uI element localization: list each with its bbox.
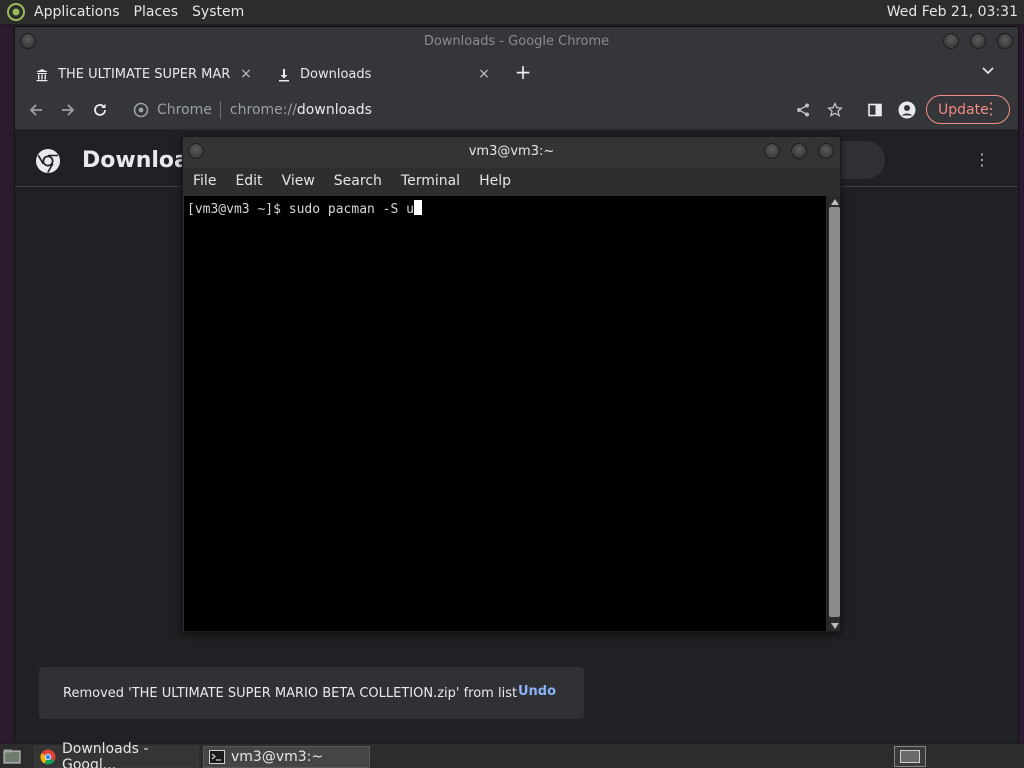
taskbar-chrome[interactable]: Downloads - Googl...	[34, 741, 199, 768]
workspace-1[interactable]	[900, 750, 920, 763]
omnibox-chip-label: Chrome	[157, 102, 212, 118]
chrome-titlebar[interactable]: Downloads - Google Chrome	[15, 27, 1018, 57]
window-title: Downloads - Google Chrome	[423, 34, 610, 49]
share-icon[interactable]	[791, 98, 815, 122]
omnibox-url-host: downloads	[296, 102, 372, 118]
shell-prompt: [vm3@vm3 ~]$	[187, 202, 289, 217]
menu-terminal[interactable]: Terminal	[401, 173, 460, 189]
museum-icon	[34, 67, 50, 83]
taskbar-chrome-label: Downloads - Googl...	[62, 741, 149, 768]
workspace-switcher[interactable]	[894, 746, 926, 767]
bottom-panel: Downloads - Googl... vm3@vm3:~	[0, 741, 1024, 768]
show-desktop-icon[interactable]	[3, 748, 21, 765]
terminal-window-menu-button[interactable]	[188, 143, 204, 159]
chrome-icon	[40, 749, 56, 765]
terminal-output[interactable]: [vm3@vm3 ~]$ sudo pacman -S u	[184, 196, 826, 631]
tab-mario[interactable]: THE ULTIMATE SUPER MARIO ×	[26, 59, 262, 90]
distro-logo-icon[interactable]	[5, 1, 27, 23]
omnibox-divider	[219, 101, 221, 119]
update-button[interactable]: Update ⋮	[926, 95, 1010, 124]
reload-icon[interactable]	[88, 98, 112, 122]
forward-arrow-icon[interactable]	[56, 98, 80, 122]
scroll-up-arrow-icon[interactable]	[830, 197, 839, 206]
terminal-titlebar[interactable]: vm3@vm3:~	[183, 137, 840, 167]
terminal-maximize-button[interactable]	[791, 143, 807, 159]
toast-message: Removed 'THE ULTIMATE SUPER MARIO BETA C…	[63, 685, 518, 701]
undo-button[interactable]: Undo	[518, 684, 556, 699]
terminal-menubar: File Edit View Search Terminal Help	[183, 167, 840, 195]
chrome-logo-icon	[35, 148, 61, 174]
menu-view[interactable]: View	[282, 173, 315, 189]
text-cursor	[413, 200, 422, 215]
update-menu-kebab-icon[interactable]: ⋮	[983, 101, 999, 117]
terminal-title: vm3@vm3:~	[468, 144, 555, 159]
places-menu[interactable]: Places	[134, 4, 179, 20]
terminal-minimize-button[interactable]	[764, 143, 780, 159]
minimize-button[interactable]	[943, 33, 959, 49]
terminal-scrollbar[interactable]	[827, 196, 840, 631]
update-label: Update	[938, 101, 989, 118]
removed-toast: Removed 'THE ULTIMATE SUPER MARIO BETA C…	[39, 667, 584, 719]
close-tab-icon[interactable]: ×	[476, 66, 492, 82]
omnibox-url-scheme: chrome://	[229, 102, 297, 118]
tab-title: THE ULTIMATE SUPER MARIO	[58, 67, 230, 82]
tab-search-chevron-icon[interactable]	[980, 63, 996, 79]
terminal-close-button[interactable]	[818, 143, 834, 159]
applications-menu[interactable]: Applications	[34, 4, 120, 20]
omnibox[interactable]: Chrome chrome:// downloads	[125, 94, 725, 126]
new-tab-button[interactable]: +	[513, 60, 533, 84]
menu-edit[interactable]: Edit	[235, 173, 262, 189]
terminal-window: vm3@vm3:~ File Edit View Search Terminal…	[182, 136, 841, 632]
toolbar: Chrome chrome:// downloads Update ⋮	[15, 90, 1018, 130]
top-panel: Applications Places System Wed Feb 21, 0…	[0, 0, 1024, 25]
taskbar-terminal-label: vm3@vm3:~	[231, 749, 324, 765]
back-arrow-icon[interactable]	[24, 98, 48, 122]
system-menu[interactable]: System	[192, 4, 244, 20]
panel-clock[interactable]: Wed Feb 21, 03:31	[887, 4, 1018, 20]
tab-title: Downloads	[300, 67, 372, 82]
scroll-down-arrow-icon[interactable]	[830, 621, 839, 630]
profile-avatar-icon[interactable]	[895, 98, 919, 122]
menu-file[interactable]: File	[193, 173, 216, 189]
chrome-page-icon	[133, 102, 149, 118]
more-actions-kebab-icon[interactable]: ⋮	[974, 149, 990, 169]
scroll-thumb[interactable]	[829, 207, 840, 617]
menu-help[interactable]: Help	[479, 173, 511, 189]
download-icon	[276, 67, 292, 83]
window-menu-button[interactable]	[20, 33, 36, 49]
close-tab-icon[interactable]: ×	[238, 66, 254, 82]
shell-command: sudo pacman -S u	[288, 202, 414, 217]
bookmark-star-icon[interactable]	[823, 98, 847, 122]
maximize-button[interactable]	[970, 33, 986, 49]
taskbar-terminal[interactable]: vm3@vm3:~	[203, 746, 370, 768]
tab-downloads[interactable]: Downloads ×	[268, 59, 500, 90]
menu-search[interactable]: Search	[334, 173, 382, 189]
terminal-icon	[209, 749, 225, 765]
side-panel-icon[interactable]	[863, 98, 887, 122]
close-window-button[interactable]	[997, 33, 1013, 49]
